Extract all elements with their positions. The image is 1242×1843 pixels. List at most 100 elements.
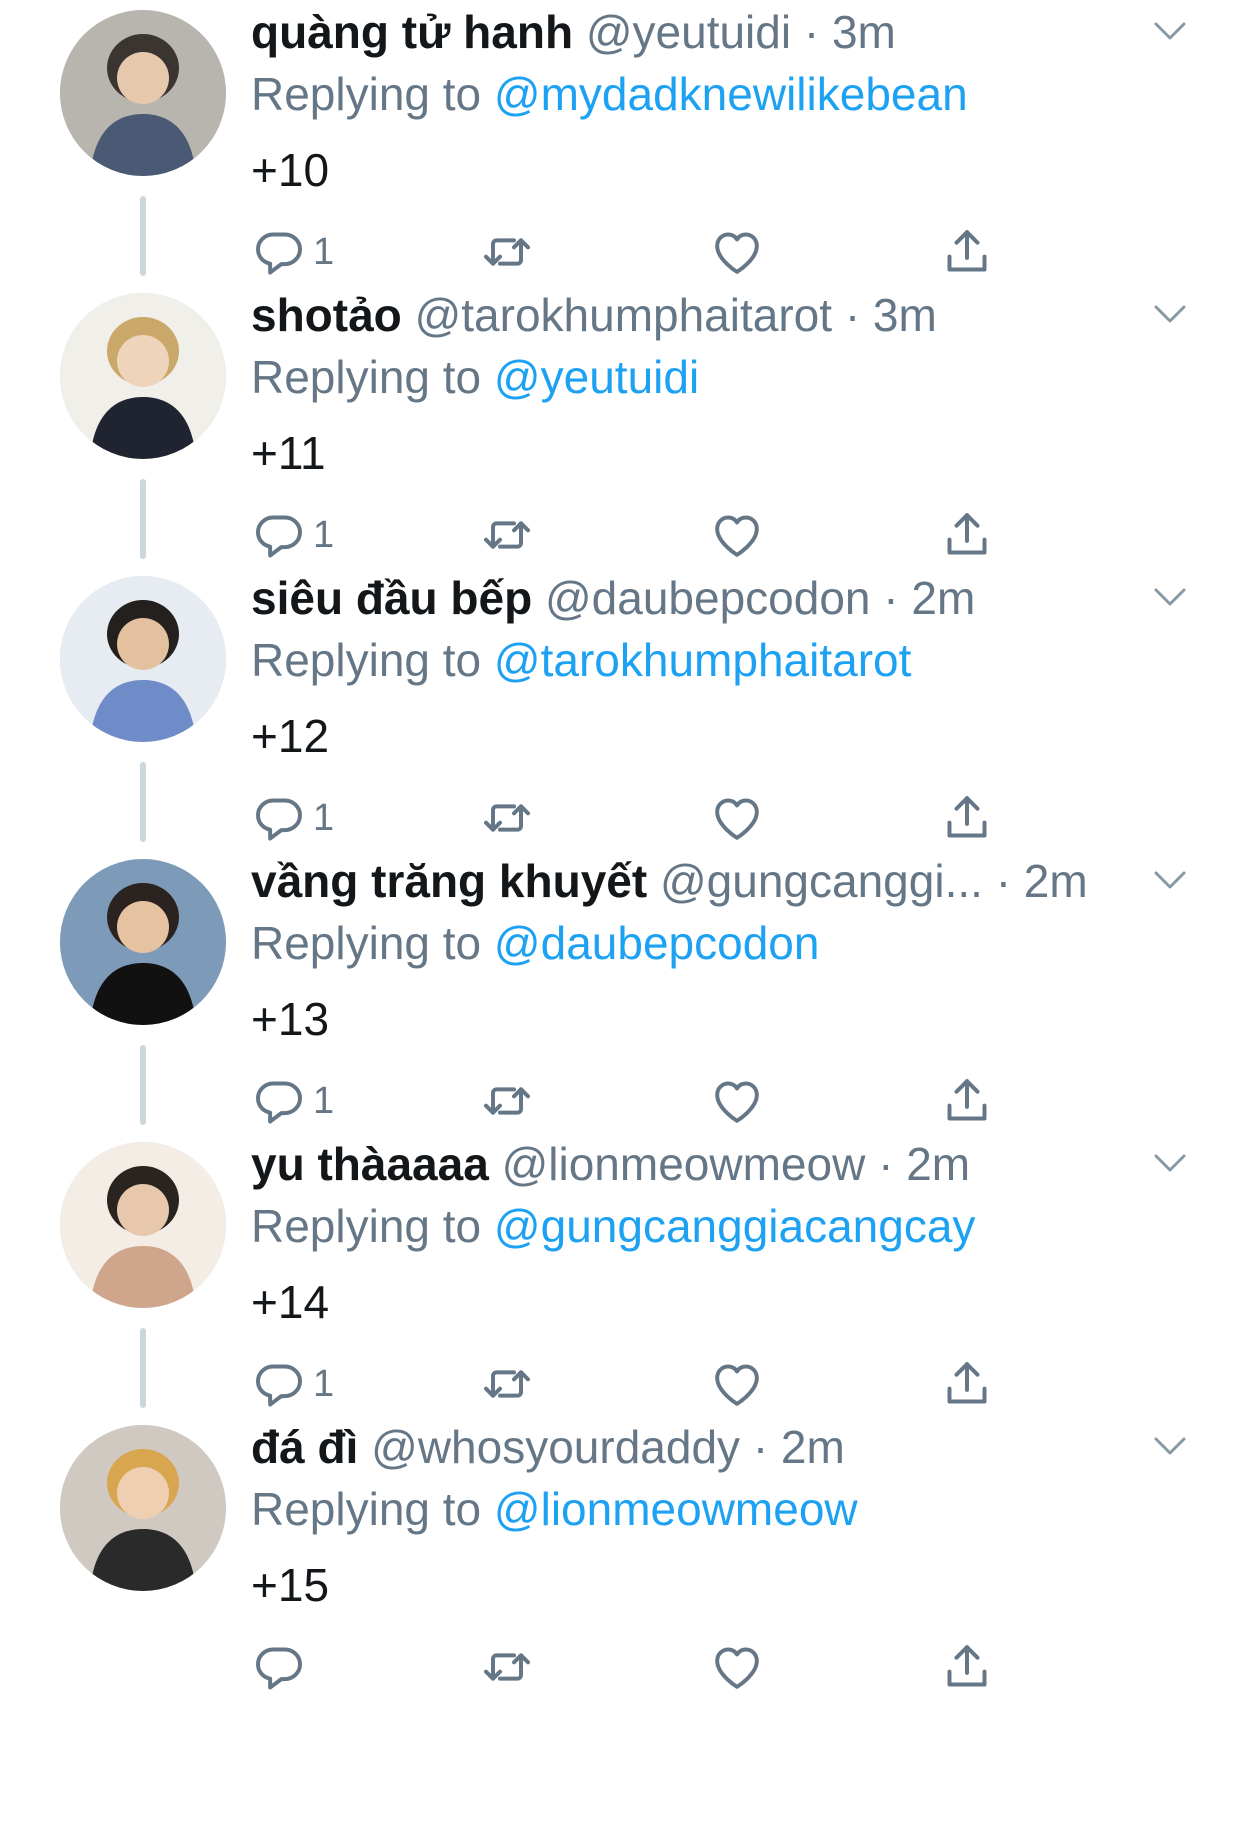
reply-icon [256, 515, 302, 558]
avatar[interactable] [60, 1425, 226, 1591]
thread-connector-line [140, 1328, 146, 1408]
replying-to: Replying to @tarokhumphaitarot [251, 630, 911, 690]
retweet-button[interactable] [479, 505, 535, 565]
reply-button[interactable]: 1 [251, 222, 334, 282]
reply-button[interactable]: 1 [251, 1354, 334, 1414]
avatar[interactable] [60, 576, 226, 742]
user-handle[interactable]: @lionmeowmeow [502, 1138, 866, 1190]
display-name[interactable]: siêu đầu bếp [251, 572, 532, 624]
display-name[interactable]: quàng tử hanh [251, 6, 573, 58]
avatar-image [60, 1142, 226, 1308]
replying-to-label: Replying to [251, 351, 482, 403]
tweet-6[interactable]: đá đì @whosyourdaddy · 2m Replying to @l… [0, 1415, 1242, 1747]
replying-to: Replying to @mydadknewilikebean [251, 64, 968, 124]
like-button[interactable] [709, 505, 765, 565]
retweet-button[interactable] [479, 222, 535, 282]
replying-to-mention[interactable]: @daubepcodon [494, 917, 820, 969]
tweet-header: đá đì @whosyourdaddy · 2m [251, 1417, 845, 1477]
like-button[interactable] [709, 1354, 765, 1414]
replying-to-mention[interactable]: @lionmeowmeow [494, 1483, 858, 1535]
share-button[interactable] [939, 222, 995, 282]
like-button[interactable] [709, 788, 765, 848]
replying-to-mention[interactable]: @yeutuidi [494, 351, 699, 403]
tweet-text: +14 [251, 1276, 330, 1328]
tweet-header: quàng tử hanh @yeutuidi · 3m [251, 2, 896, 62]
chevron-down-icon[interactable] [1150, 865, 1190, 897]
display-name[interactable]: shotảo [251, 289, 402, 341]
user-handle[interactable]: @tarokhumphaitarot [415, 289, 832, 341]
thread-connector-line [140, 479, 146, 559]
share-button[interactable] [939, 505, 995, 565]
reply-thread: quàng tử hanh @yeutuidi · 3m Replying to… [0, 0, 1242, 1843]
share-button[interactable] [939, 1071, 995, 1131]
like-icon [715, 1647, 759, 1689]
user-handle[interactable]: @whosyourdaddy [371, 1421, 740, 1473]
replying-to-mention[interactable]: @gungcanggiacangcay [494, 1200, 976, 1252]
separator-dot: · [883, 572, 899, 624]
replying-to: Replying to @daubepcodon [251, 913, 819, 973]
reply-icon [256, 1364, 302, 1407]
user-handle[interactable]: @gungcanggi... [660, 855, 983, 907]
share-icon [947, 513, 987, 555]
timestamp[interactable]: 2m [781, 1421, 845, 1473]
tweet-actions: 1 [251, 222, 1011, 282]
replying-to: Replying to @lionmeowmeow [251, 1479, 858, 1539]
reply-icon [256, 798, 302, 841]
chevron-down-icon[interactable] [1150, 582, 1190, 614]
tweet-header: shotảo @tarokhumphaitarot · 3m [251, 285, 937, 345]
reply-count: 1 [313, 1362, 335, 1405]
like-icon [715, 515, 759, 557]
tweet-actions: 1 [251, 1071, 1011, 1131]
avatar[interactable] [60, 293, 226, 459]
like-icon [715, 798, 759, 840]
tweet-actions: 1 [251, 788, 1011, 848]
reply-button[interactable]: 1 [251, 788, 334, 848]
avatar[interactable] [60, 10, 226, 176]
display-name[interactable]: yu thàaaaa [251, 1138, 489, 1190]
like-icon [715, 1364, 759, 1406]
share-button[interactable] [939, 788, 995, 848]
replying-to-label: Replying to [251, 1200, 482, 1252]
tweet-actions [251, 1637, 1011, 1697]
retweet-button[interactable] [479, 1071, 535, 1131]
reply-count: 1 [313, 230, 335, 273]
user-handle[interactable]: @yeutuidi [586, 6, 791, 58]
chevron-down-icon[interactable] [1150, 299, 1190, 331]
like-button[interactable] [709, 1071, 765, 1131]
separator-dot: · [752, 1421, 769, 1473]
reply-button[interactable]: 1 [251, 505, 334, 565]
avatar-image [60, 1425, 226, 1591]
timestamp[interactable]: 2m [911, 572, 975, 624]
replying-to: Replying to @gungcanggiacangcay [251, 1196, 975, 1256]
share-button[interactable] [939, 1354, 995, 1414]
retweet-button[interactable] [479, 788, 535, 848]
share-icon [947, 1362, 987, 1404]
replying-to-mention[interactable]: @tarokhumphaitarot [494, 634, 911, 686]
timestamp[interactable]: 2m [906, 1138, 970, 1190]
chevron-down-icon[interactable] [1150, 16, 1190, 48]
avatar-image [60, 10, 226, 176]
display-name[interactable]: vầng trăng khuyết [251, 855, 647, 907]
timestamp[interactable]: 2m [1024, 855, 1088, 907]
user-handle[interactable]: @daubepcodon [545, 572, 871, 624]
timestamp[interactable]: 3m [873, 289, 937, 341]
like-button[interactable] [709, 222, 765, 282]
avatar[interactable] [60, 1142, 226, 1308]
tweet-text: +10 [251, 144, 330, 196]
share-button[interactable] [939, 1637, 995, 1697]
timestamp[interactable]: 3m [832, 6, 896, 58]
retweet-button[interactable] [479, 1637, 535, 1697]
reply-button[interactable] [251, 1637, 313, 1697]
retweet-icon [484, 521, 530, 549]
display-name[interactable]: đá đì [251, 1421, 358, 1473]
chevron-down-icon[interactable] [1150, 1431, 1190, 1463]
like-button[interactable] [709, 1637, 765, 1697]
chevron-down-icon[interactable] [1150, 1148, 1190, 1180]
replying-to-mention[interactable]: @mydadknewilikebean [494, 68, 968, 120]
tweet-text: +11 [251, 427, 326, 479]
reply-button[interactable]: 1 [251, 1071, 334, 1131]
retweet-button[interactable] [479, 1354, 535, 1414]
separator-dot: · [803, 6, 820, 58]
avatar[interactable] [60, 859, 226, 1025]
separator-dot: · [995, 855, 1012, 907]
